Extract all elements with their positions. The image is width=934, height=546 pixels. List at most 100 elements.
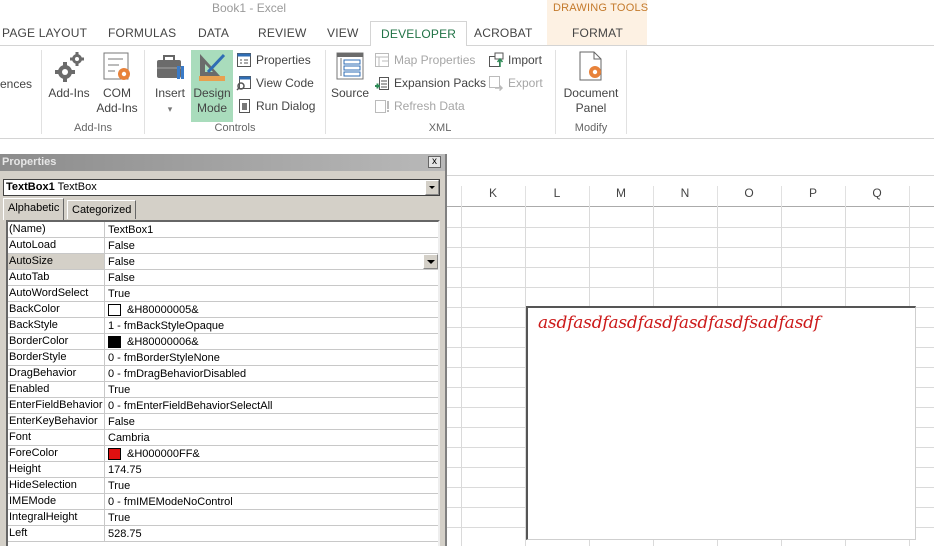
property-row[interactable]: (Name) TextBox1 <box>8 222 438 238</box>
property-value[interactable]: 0 - fmBorderStyleNone <box>106 350 438 365</box>
worksheet-grid[interactable]: K L M N O P Q asdfasdfasdfasdfasdfasdfsa… <box>447 176 934 546</box>
property-value-text: &H000000FF& <box>127 448 200 460</box>
property-value[interactable]: True <box>106 478 438 493</box>
column-header-p[interactable]: P <box>781 186 845 200</box>
property-value[interactable]: 174.75 <box>106 462 438 477</box>
property-value[interactable]: &H000000FF& <box>106 446 438 461</box>
object-selector-dropdown[interactable]: TextBox1 TextBox <box>3 179 440 196</box>
export-icon <box>489 76 504 91</box>
property-value[interactable]: True <box>106 510 438 525</box>
gridline-vertical <box>461 207 462 546</box>
property-row[interactable]: Enabled True <box>8 382 438 398</box>
tab-acrobat[interactable]: ACROBAT <box>474 26 533 40</box>
tab-categorized[interactable]: Categorized <box>67 200 137 219</box>
property-row[interactable]: EnterKeyBehavior False <box>8 414 438 430</box>
property-row[interactable]: Font Cambria <box>8 430 438 446</box>
column-header-n[interactable]: N <box>653 186 717 200</box>
properties-label: Properties <box>256 53 311 67</box>
property-value[interactable]: 528.75 <box>106 526 438 541</box>
property-value[interactable]: False <box>106 270 438 285</box>
column-header-k[interactable]: K <box>461 186 525 200</box>
property-value-text: 0 - fmEnterFieldBehaviorSelectAll <box>108 400 273 412</box>
property-row[interactable]: EnterFieldBehavior 0 - fmEnterFieldBehavi… <box>8 398 438 414</box>
property-value[interactable]: &H80000006& <box>106 334 438 349</box>
close-icon[interactable]: x <box>428 156 441 168</box>
refresh-data-button[interactable]: Refresh Data <box>374 97 465 115</box>
property-value-text: &H80000005& <box>127 304 199 316</box>
property-value[interactable]: False <box>106 414 438 429</box>
properties-button[interactable]: Properties <box>236 51 311 69</box>
dropdown-arrow-icon[interactable] <box>425 180 439 195</box>
map-properties-button[interactable]: Map Properties <box>374 51 475 69</box>
property-row[interactable]: IntegralHeight True <box>8 510 438 526</box>
property-value[interactable]: False <box>106 238 438 253</box>
property-name: (Name) <box>8 222 105 237</box>
property-value[interactable]: True <box>106 382 438 397</box>
column-header-l[interactable]: L <box>525 186 589 200</box>
property-value[interactable]: Cambria <box>106 430 438 445</box>
tab-page-layout[interactable]: PAGE LAYOUT <box>2 26 87 40</box>
property-value[interactable]: True <box>106 286 438 301</box>
view-code-button[interactable]: View Code <box>236 74 314 92</box>
tab-data[interactable]: DATA <box>198 26 229 40</box>
design-mode-button[interactable]: Design Mode <box>191 50 233 122</box>
property-value[interactable]: False <box>106 254 438 269</box>
property-row[interactable]: ForeColor &H000000FF& <box>8 446 438 462</box>
property-value[interactable]: TextBox1 <box>106 222 438 237</box>
map-properties-label: Map Properties <box>394 53 476 67</box>
property-row[interactable]: BorderStyle 0 - fmBorderStyleNone <box>8 350 438 366</box>
tab-view[interactable]: VIEW <box>327 26 358 40</box>
chevron-down-icon: ▾ <box>167 104 173 114</box>
property-value[interactable]: 1 - fmBackStyleOpaque <box>106 318 438 333</box>
property-row[interactable]: BorderColor &H80000006& <box>8 334 438 350</box>
tab-alphabetic[interactable]: Alphabetic <box>3 198 65 220</box>
property-row[interactable]: AutoTab False <box>8 270 438 286</box>
property-value-text: False <box>108 240 135 252</box>
property-row[interactable]: Height 174.75 <box>8 462 438 478</box>
column-header-q[interactable]: Q <box>845 186 909 200</box>
column-header-m[interactable]: M <box>589 186 653 200</box>
group-label-xml: XML <box>428 122 452 134</box>
tab-developer[interactable]: DEVELOPER <box>370 21 468 47</box>
tab-format[interactable]: FORMAT <box>572 26 623 40</box>
property-row[interactable]: DragBehavior 0 - fmDragBehaviorDisabled <box>8 366 438 382</box>
xml-source-button[interactable]: Source <box>330 50 370 101</box>
toolbox-icon <box>157 55 184 79</box>
textbox1-text: asdfasdfasdfasdfasdfasdfsadfasdf <box>538 313 820 333</box>
value-dropdown-arrow-icon[interactable] <box>423 254 438 269</box>
property-row[interactable]: BackColor &H80000005& <box>8 302 438 318</box>
property-value[interactable]: 0 - fmDragBehaviorDisabled <box>106 366 438 381</box>
refresh-data-label: Refresh Data <box>394 99 465 113</box>
import-icon <box>489 52 504 67</box>
property-value[interactable]: 0 - fmIMEModeNoControl <box>106 494 438 509</box>
insert-control-button[interactable]: Insert ▾ <box>150 50 190 117</box>
references-button-partial[interactable]: ences <box>0 77 32 91</box>
property-value[interactable]: 0 - fmEnterFieldBehaviorSelectAll <box>106 398 438 413</box>
group-label-modify: Modify <box>574 122 608 134</box>
property-row[interactable]: HideSelection True <box>8 478 438 494</box>
property-value[interactable]: &H80000005& <box>106 302 438 317</box>
property-value-text: 0 - fmIMEModeNoControl <box>108 496 233 508</box>
property-value-text: False <box>108 256 135 268</box>
com-add-ins-button[interactable]: COM Add-Ins <box>94 50 140 116</box>
tab-formulas[interactable]: FORMULAS <box>108 26 176 40</box>
run-dialog-button[interactable]: Run Dialog <box>236 97 315 115</box>
expansion-packs-button[interactable]: Expansion Packs <box>374 74 486 92</box>
property-row[interactable]: AutoSize False <box>8 254 438 270</box>
property-value-text: 1 - fmBackStyleOpaque <box>108 320 225 332</box>
properties-title-bar[interactable]: Properties x <box>0 154 445 171</box>
add-ins-button[interactable]: Add-Ins <box>46 50 92 101</box>
import-button[interactable]: Import <box>488 51 542 69</box>
property-row[interactable]: AutoLoad False <box>8 238 438 254</box>
property-row[interactable]: Left 528.75 <box>8 526 438 542</box>
tab-review[interactable]: REVIEW <box>258 26 307 40</box>
textbox1-control[interactable]: asdfasdfasdfasdfasdfasdfsadfasdf <box>526 306 916 540</box>
document-panel-button[interactable]: Document Panel <box>560 50 622 116</box>
property-row[interactable]: BackStyle 1 - fmBackStyleOpaque <box>8 318 438 334</box>
design-mode-label-1: Design <box>193 86 231 100</box>
export-button[interactable]: Export <box>488 74 543 92</box>
property-name: EnterFieldBehavior <box>8 398 105 413</box>
property-row[interactable]: AutoWordSelect True <box>8 286 438 302</box>
property-row[interactable]: IMEMode 0 - fmIMEModeNoControl <box>8 494 438 510</box>
column-header-o[interactable]: O <box>717 186 781 200</box>
